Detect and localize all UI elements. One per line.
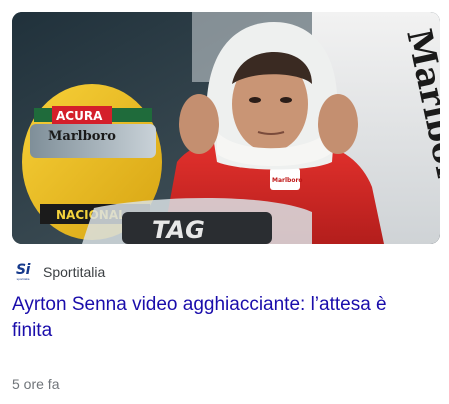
article-headline-link[interactable]: Ayrton Senna video agghiacciante: l’atte… — [12, 292, 432, 344]
steering-text: TAG — [152, 216, 205, 244]
helmet-brand-text: ACURA — [56, 109, 103, 123]
left-hand — [179, 94, 219, 154]
helmet-sponsor-text: Marlboro — [48, 129, 116, 144]
source-name[interactable]: Sportitalia — [43, 264, 105, 280]
source-logo-text: Si — [16, 261, 30, 278]
news-card[interactable]: Marlboro Marlboro ACURA Marlboro NACIONA… — [0, 0, 449, 404]
right-hand — [318, 94, 358, 154]
source-row[interactable]: Si sportitalia Sportitalia — [12, 262, 105, 282]
left-eye — [249, 97, 261, 103]
sportitalia-logo-icon: Si sportitalia — [12, 263, 34, 281]
suit-badge-text: Marlboro — [272, 177, 303, 184]
source-logo-subtext: sportitalia — [16, 276, 30, 281]
right-eye — [280, 97, 292, 103]
published-time: 5 ore fa — [12, 376, 60, 392]
article-thumbnail[interactable]: Marlboro Marlboro ACURA Marlboro NACIONA… — [12, 12, 440, 244]
